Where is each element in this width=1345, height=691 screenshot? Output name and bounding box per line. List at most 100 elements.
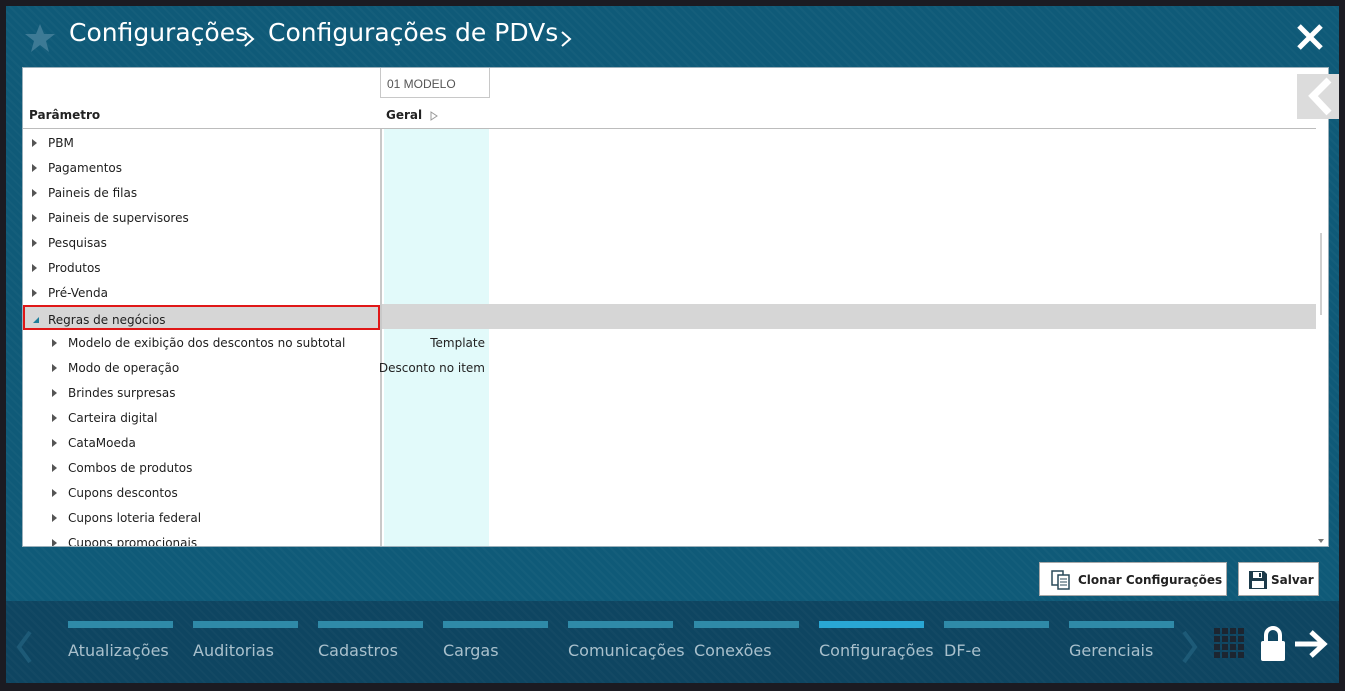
- tree-child-row[interactable]: Combos de produtos: [23, 455, 380, 480]
- tree-group-row[interactable]: Paineis de filas: [23, 180, 380, 205]
- collapsed-triangle-icon[interactable]: [52, 389, 57, 397]
- arrow-right-icon[interactable]: [1293, 629, 1329, 659]
- tree-row-label: CataMoeda: [68, 436, 136, 450]
- tree-group-row[interactable]: Pré-Venda: [23, 280, 380, 305]
- tree-group-row[interactable]: Pesquisas: [23, 230, 380, 255]
- app-window: Configurações Configurações de PDVs 01 M…: [0, 0, 1345, 691]
- collapsed-triangle-icon[interactable]: [32, 189, 37, 197]
- breadcrumb-item-configuracoes[interactable]: Configurações: [69, 18, 248, 47]
- nav-item-label: Cargas: [443, 641, 499, 660]
- tree-group-row[interactable]: PBM: [23, 130, 380, 155]
- tree-row-label: Modo de operação: [68, 361, 180, 375]
- parameter-value[interactable]: Template: [430, 336, 485, 350]
- tree-row-label: Cupons loteria federal: [68, 511, 202, 525]
- tree-row-label: Cupons promocionais: [68, 536, 198, 547]
- collapsed-triangle-icon[interactable]: [32, 264, 37, 272]
- scrollbar-thumb[interactable]: [1320, 233, 1322, 315]
- nav-item-label: Atualizações: [68, 641, 169, 660]
- copy-icon: [1051, 570, 1070, 590]
- collapsed-triangle-icon[interactable]: [52, 364, 57, 372]
- vertical-scrollbar[interactable]: [1314, 68, 1328, 546]
- collapsed-triangle-icon[interactable]: [52, 339, 57, 347]
- collapsed-triangle-icon[interactable]: [52, 514, 57, 522]
- tree-group-row[interactable]: Pagamentos: [23, 155, 380, 180]
- geral-column-header[interactable]: Geral: [386, 108, 422, 122]
- scroll-down-icon[interactable]: [1317, 538, 1325, 544]
- tree-row-label: Brindes surpresas: [68, 386, 176, 400]
- tree-row-label: Paineis de filas: [48, 186, 138, 200]
- tree-row-label: Modelo de exibição dos descontos no subt…: [68, 336, 346, 350]
- chevron-right-icon: [244, 31, 255, 47]
- collapse-panel-button[interactable]: [1297, 74, 1339, 119]
- collapsed-triangle-icon[interactable]: [32, 289, 37, 297]
- tree-row-label: Carteira digital: [68, 411, 158, 425]
- tree-group-row[interactable]: Produtos: [23, 255, 380, 280]
- tree-row-label: Paineis de supervisores: [48, 211, 189, 225]
- tree-child-row[interactable]: Modo de operação: [23, 355, 380, 380]
- collapsed-triangle-icon[interactable]: [32, 139, 37, 147]
- collapsed-triangle-icon[interactable]: [52, 539, 57, 547]
- tree-child-row[interactable]: Cupons descontos: [23, 480, 380, 505]
- model-column-header[interactable]: 01 MODELO: [380, 68, 490, 98]
- nav-item-bar: [318, 621, 423, 628]
- expand-right-icon[interactable]: [430, 111, 438, 121]
- save-label: Salvar: [1271, 573, 1314, 587]
- tree-row-label: Cupons descontos: [68, 486, 178, 500]
- save-button[interactable]: Salvar: [1238, 562, 1319, 596]
- collapsed-triangle-icon[interactable]: [52, 439, 57, 447]
- tree-group-row[interactable]: Regras de negócios: [23, 305, 380, 330]
- config-grid: 01 MODELO Parâmetro Geral PBM Pagamentos P…: [22, 67, 1329, 547]
- tree-row-label: Regras de negócios: [48, 313, 166, 327]
- collapsed-triangle-icon[interactable]: [52, 489, 57, 497]
- chevron-right-icon[interactable]: [559, 30, 573, 48]
- nav-item-label: Conexões: [694, 641, 772, 660]
- collapsed-triangle-icon[interactable]: [32, 214, 37, 222]
- clone-config-button[interactable]: Clonar Configurações: [1039, 562, 1227, 596]
- tree-group-row[interactable]: Paineis de supervisores: [23, 205, 380, 230]
- param-column-header: Parâmetro: [29, 108, 101, 122]
- tree-row-label: Combos de produtos: [68, 461, 193, 475]
- save-icon: [1249, 571, 1267, 589]
- tree-child-row[interactable]: Cupons loteria federal: [23, 505, 380, 530]
- nav-item-bar: [694, 621, 799, 628]
- nav-item-label: Comunicações: [568, 641, 685, 660]
- parameter-value[interactable]: Desconto no item: [379, 361, 485, 375]
- tree-row-label: PBM: [48, 136, 74, 150]
- selected-row-band: [382, 304, 1316, 329]
- column-divider[interactable]: [380, 129, 382, 546]
- collapsed-triangle-icon[interactable]: [52, 414, 57, 422]
- tree-row-label: Pré-Venda: [48, 286, 108, 300]
- nav-item-bar: [944, 621, 1049, 628]
- star-icon[interactable]: [24, 22, 56, 54]
- clone-config-label: Clonar Configurações: [1078, 573, 1223, 587]
- title-bar: Configurações Configurações de PDVs: [6, 6, 1339, 68]
- close-icon[interactable]: [1295, 22, 1325, 52]
- collapsed-triangle-icon[interactable]: [52, 464, 57, 472]
- chevron-left-icon: [1308, 77, 1332, 116]
- apps-grid-icon[interactable]: [1213, 627, 1247, 661]
- nav-item-label: Cadastros: [318, 641, 398, 660]
- collapsed-triangle-icon[interactable]: [32, 239, 37, 247]
- expanded-triangle-icon[interactable]: [32, 316, 40, 324]
- breadcrumb-item-configuracoes-pdvs[interactable]: Configurações de PDVs: [268, 18, 558, 47]
- nav-item-label: Auditorias: [193, 641, 274, 660]
- collapsed-triangle-icon[interactable]: [32, 164, 37, 172]
- grid-header-row: Parâmetro Geral: [23, 99, 1316, 129]
- tree-child-row[interactable]: Cupons promocionais: [23, 530, 380, 547]
- nav-prev-icon[interactable]: [14, 629, 34, 665]
- nav-item-label: DF-e: [944, 641, 982, 660]
- nav-item-bar: [819, 621, 924, 628]
- lock-icon[interactable]: [1259, 625, 1287, 663]
- nav-item-bar: [193, 621, 298, 628]
- tree-child-row[interactable]: Modelo de exibição dos descontos no subt…: [23, 330, 380, 355]
- nav-item-label: Configurações: [819, 641, 934, 660]
- tree-child-row[interactable]: CataMoeda: [23, 430, 380, 455]
- tree-row-label: Pagamentos: [48, 161, 122, 175]
- nav-item-bar: [1069, 621, 1174, 628]
- tree-child-row[interactable]: Carteira digital: [23, 405, 380, 430]
- nav-item-bar: [568, 621, 673, 628]
- tree-row-label: Pesquisas: [48, 236, 107, 250]
- tree-child-row[interactable]: Brindes surpresas: [23, 380, 380, 405]
- bottom-navigation: Atualizações Auditorias Cadastros Cargas Com…: [6, 601, 1339, 683]
- nav-next-icon[interactable]: [1180, 629, 1200, 665]
